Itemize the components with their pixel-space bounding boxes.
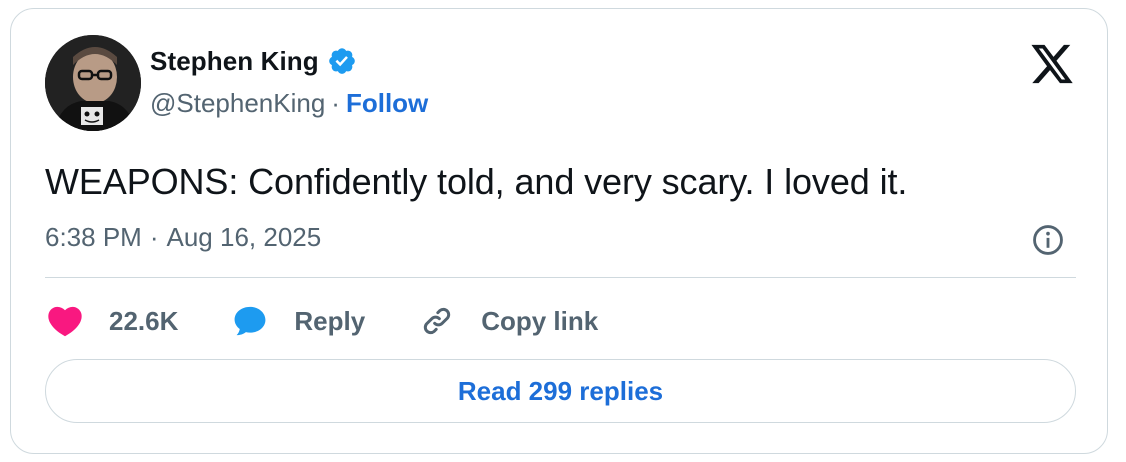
handle-separator: ·: [331, 87, 340, 118]
timestamp-separator: ·: [149, 221, 159, 252]
avatar-image: [45, 35, 141, 131]
tweet-date[interactable]: Aug 16, 2025: [167, 222, 322, 253]
speech-bubble-icon: [230, 301, 270, 341]
heart-icon: [45, 301, 85, 341]
author-display-name[interactable]: Stephen King: [150, 46, 319, 77]
verified-badge-icon: [327, 46, 357, 76]
tweet-embed-card: Stephen King @StephenKing · Follow WEAPO…: [10, 8, 1108, 454]
read-replies-label: Read 299 replies: [457, 375, 664, 406]
link-icon: [417, 301, 457, 341]
reply-label: Reply: [294, 305, 366, 336]
author-handle[interactable]: @StephenKing: [150, 88, 325, 119]
avatar[interactable]: [45, 35, 141, 131]
copy-link-button[interactable]: Copy link: [417, 301, 598, 341]
info-icon[interactable]: [1031, 223, 1065, 257]
divider: [45, 277, 1076, 278]
tweet-text: WEAPONS: Confidently told, and very scar…: [45, 161, 908, 202]
follow-link[interactable]: Follow: [346, 88, 428, 119]
reply-button[interactable]: Reply: [230, 301, 365, 341]
like-count: 22.6K: [109, 305, 179, 336]
x-logo-icon[interactable]: [1029, 43, 1075, 87]
action-bar: 22.6K Reply Copy link: [45, 301, 650, 341]
tweet-timestamp[interactable]: 6:38 PM · Aug 16, 2025: [45, 221, 321, 253]
author-name-row: Stephen King: [150, 45, 357, 77]
tweet-time[interactable]: 6:38 PM: [45, 222, 142, 253]
read-replies-button[interactable]: Read 299 replies: [45, 359, 1076, 423]
copy-link-label: Copy link: [481, 305, 599, 336]
like-button[interactable]: 22.6K: [45, 301, 178, 341]
author-handle-row: @StephenKing · Follow: [150, 87, 428, 119]
